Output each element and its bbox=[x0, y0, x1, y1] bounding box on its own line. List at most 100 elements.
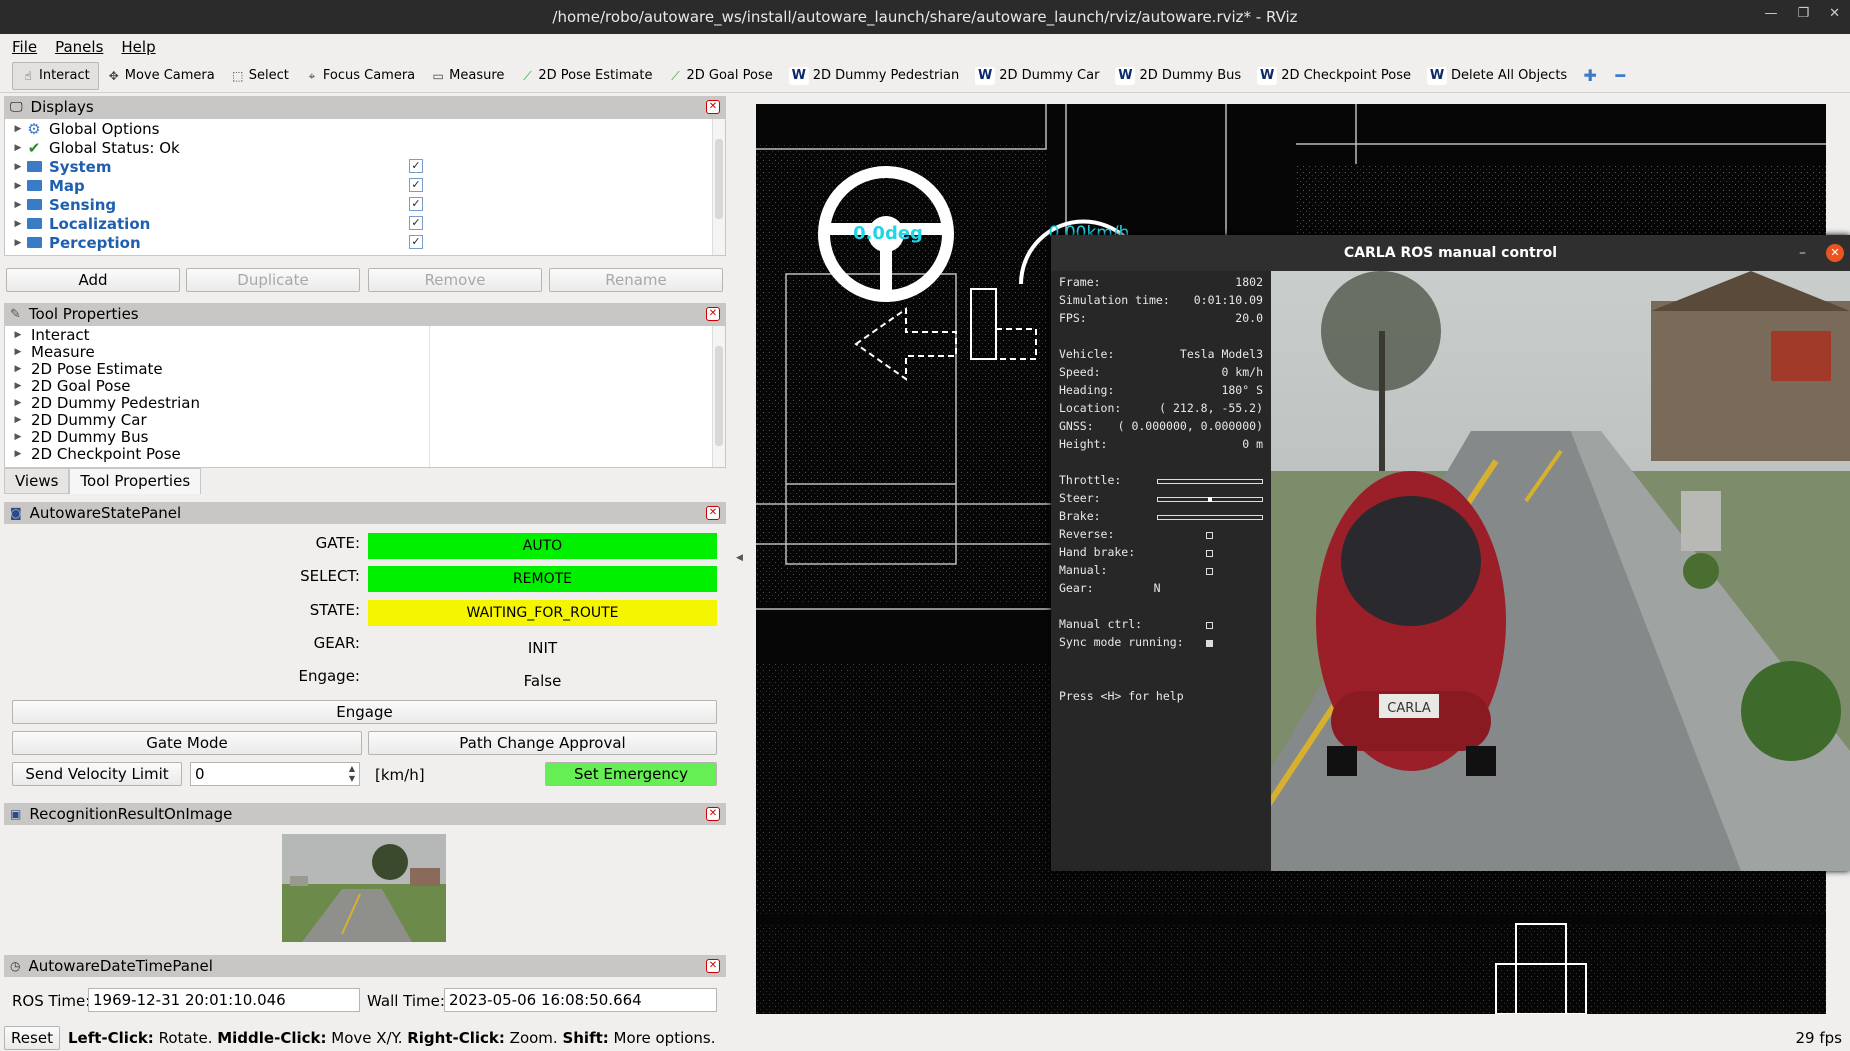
display-item[interactable]: ▶ Sensing ✓ bbox=[5, 195, 725, 214]
display-checkbox[interactable]: ✓ bbox=[409, 159, 423, 173]
ros-time-field[interactable]: 1969-12-31 20:01:10.046 bbox=[88, 988, 360, 1012]
close-icon[interactable]: ✕ bbox=[706, 506, 720, 520]
tool-property-item[interactable]: ▶ 2D Pose Estimate bbox=[5, 359, 725, 378]
path-change-approval-button[interactable]: Path Change Approval bbox=[368, 731, 717, 755]
expand-arrow-icon[interactable]: ▶ bbox=[11, 449, 25, 459]
steer-label: Steer: bbox=[1059, 491, 1101, 505]
add-button[interactable]: Add bbox=[6, 268, 180, 292]
menu-panels[interactable]: Panels bbox=[55, 38, 103, 56]
tab-tool-properties[interactable]: Tool Properties bbox=[69, 468, 202, 494]
expand-arrow-icon[interactable]: ▶ bbox=[11, 200, 25, 210]
hint-right-click-key: Right-Click: bbox=[407, 1028, 505, 1047]
tool-property-label: 2D Pose Estimate bbox=[31, 359, 163, 378]
display-item[interactable]: ▶ Localization ✓ bbox=[5, 214, 725, 233]
tool-2d-goal-pose[interactable]: ⟋ 2D Goal Pose bbox=[660, 62, 780, 90]
expand-arrow-icon[interactable]: ▶ bbox=[11, 162, 25, 172]
tool-property-item[interactable]: ▶ 2D Checkpoint Pose bbox=[5, 445, 725, 463]
tool-property-item[interactable]: ▶ Measure bbox=[5, 343, 725, 361]
display-checkbox[interactable]: ✓ bbox=[409, 197, 423, 211]
minimize-icon[interactable]: – bbox=[1799, 235, 1806, 271]
collapse-arrow-icon[interactable]: ◀ bbox=[736, 553, 743, 563]
close-icon[interactable]: ✕ bbox=[706, 807, 720, 821]
menu-file[interactable]: File bbox=[12, 38, 37, 56]
close-icon[interactable]: ✕ bbox=[1829, 6, 1840, 21]
expand-arrow-icon[interactable]: ▶ bbox=[11, 124, 25, 134]
wall-time-field[interactable]: 2023-05-06 16:08:50.664 bbox=[444, 988, 717, 1012]
remove-button[interactable]: Remove bbox=[368, 268, 542, 292]
tool-2d-checkpoint-pose[interactable]: W 2D Checkpoint Pose bbox=[1249, 62, 1419, 90]
tool-property-item[interactable]: ▶ 2D Dummy Bus bbox=[5, 428, 725, 446]
tool-property-item[interactable]: ▶ 2D Dummy Car bbox=[5, 411, 725, 429]
display-checkbox[interactable]: ✓ bbox=[409, 235, 423, 249]
close-icon[interactable]: ✕ bbox=[706, 959, 720, 973]
tool-properties-scrollbar[interactable] bbox=[712, 326, 725, 467]
gear-label: GEAR: bbox=[313, 634, 360, 652]
expand-arrow-icon[interactable]: ▶ bbox=[11, 364, 25, 374]
tab-views[interactable]: Views bbox=[4, 468, 70, 494]
tool-measure[interactable]: ▭ Measure bbox=[423, 62, 512, 90]
expand-arrow-icon[interactable]: ▶ bbox=[11, 143, 25, 153]
display-item[interactable]: ▶ ✔ Global Status: Ok bbox=[5, 138, 725, 157]
expand-arrow-icon[interactable]: ▶ bbox=[11, 347, 25, 357]
hud-row: Reverse: bbox=[1059, 527, 1263, 545]
tool-move-camera[interactable]: ✥ Move Camera bbox=[99, 62, 223, 90]
send-velocity-limit-button[interactable]: Send Velocity Limit bbox=[12, 762, 182, 786]
display-item[interactable]: ▶ Map ✓ bbox=[5, 176, 725, 195]
tool-select-label: Select bbox=[248, 68, 289, 83]
recognition-title: RecognitionResultOnImage bbox=[29, 805, 233, 823]
expand-arrow-icon[interactable]: ▶ bbox=[11, 219, 25, 229]
duplicate-button[interactable]: Duplicate bbox=[186, 268, 360, 292]
carla-window[interactable]: CARLA ROS manual control – ✕ Frame: 1802 … bbox=[1051, 235, 1850, 871]
hud-row: Hand brake: bbox=[1059, 545, 1263, 563]
maximize-icon[interactable]: ❐ bbox=[1797, 6, 1809, 21]
tool-focus-camera[interactable]: ⌖ Focus Camera bbox=[297, 62, 423, 90]
tool-interact-label: Interact bbox=[39, 68, 90, 83]
display-item[interactable]: ▶ Perception ✓ bbox=[5, 233, 725, 252]
folder-icon bbox=[25, 177, 43, 195]
tool-2d-dummy-car[interactable]: W 2D Dummy Car bbox=[967, 62, 1107, 90]
set-emergency-button[interactable]: Set Emergency bbox=[545, 762, 717, 786]
display-item[interactable]: ▶ ⚙ Global Options bbox=[5, 119, 725, 138]
displays-scrollbar[interactable] bbox=[712, 119, 725, 255]
expand-arrow-icon[interactable]: ▶ bbox=[11, 432, 25, 442]
minimize-icon[interactable]: — bbox=[1764, 6, 1777, 21]
expand-arrow-icon[interactable]: ▶ bbox=[11, 415, 25, 425]
display-checkbox[interactable]: ✓ bbox=[409, 216, 423, 230]
tool-select[interactable]: ⬚ Select bbox=[223, 62, 297, 90]
display-item[interactable]: ▶ System ✓ bbox=[5, 157, 725, 176]
folder-icon bbox=[25, 215, 43, 233]
remove-tool-button[interactable]: ━ bbox=[1605, 62, 1635, 90]
expand-arrow-icon[interactable]: ▶ bbox=[11, 398, 25, 408]
velocity-limit-input[interactable]: 0 bbox=[190, 762, 360, 786]
close-icon[interactable]: ✕ bbox=[706, 307, 720, 321]
manual-ctrl-label: Manual ctrl: bbox=[1059, 617, 1143, 631]
expand-arrow-icon[interactable]: ▶ bbox=[11, 181, 25, 191]
reset-button[interactable]: Reset bbox=[4, 1025, 60, 1050]
add-tool-button[interactable]: ✚ bbox=[1575, 62, 1605, 90]
rename-button[interactable]: Rename bbox=[549, 268, 723, 292]
tool-interact[interactable]: ☝ Interact bbox=[12, 61, 99, 90]
carla-hud: Frame: 1802 Simulation time: 0:01:10.09 FP… bbox=[1051, 271, 1271, 871]
tool-2d-dummy-pedestrian[interactable]: W 2D Dummy Pedestrian bbox=[781, 62, 967, 90]
tool-2d-dummy-bus[interactable]: W 2D Dummy Bus bbox=[1107, 62, 1249, 90]
expand-arrow-icon[interactable]: ▶ bbox=[11, 330, 25, 340]
autoware-icon: W bbox=[1257, 66, 1278, 85]
gate-mode-button[interactable]: Gate Mode bbox=[12, 731, 362, 755]
engage-button[interactable]: Engage bbox=[12, 700, 717, 724]
recognition-header: ▣ RecognitionResultOnImage ✕ bbox=[4, 803, 726, 825]
expand-arrow-icon[interactable]: ▶ bbox=[11, 381, 25, 391]
focus-icon: ⌖ bbox=[308, 68, 316, 83]
expand-arrow-icon[interactable]: ▶ bbox=[11, 238, 25, 248]
menu-help[interactable]: Help bbox=[121, 38, 155, 56]
gate-label: GATE: bbox=[315, 534, 360, 552]
tool-2d-pose-estimate[interactable]: ⟋ 2D Pose Estimate bbox=[512, 62, 660, 90]
close-icon[interactable]: ✕ bbox=[1826, 244, 1844, 262]
close-icon[interactable]: ✕ bbox=[706, 100, 720, 114]
tool-delete-all-objects[interactable]: W Delete All Objects bbox=[1419, 62, 1575, 90]
tool-property-item[interactable]: ▶ Interact bbox=[5, 326, 725, 344]
tool-property-item[interactable]: ▶ 2D Dummy Pedestrian bbox=[5, 394, 725, 412]
tool-2d-dummy-car-label: 2D Dummy Car bbox=[999, 68, 1100, 83]
display-checkbox[interactable]: ✓ bbox=[409, 178, 423, 192]
spinbox-arrows-icon[interactable]: ▲ ▼ bbox=[346, 764, 358, 784]
tool-property-item[interactable]: ▶ 2D Goal Pose bbox=[5, 377, 725, 395]
